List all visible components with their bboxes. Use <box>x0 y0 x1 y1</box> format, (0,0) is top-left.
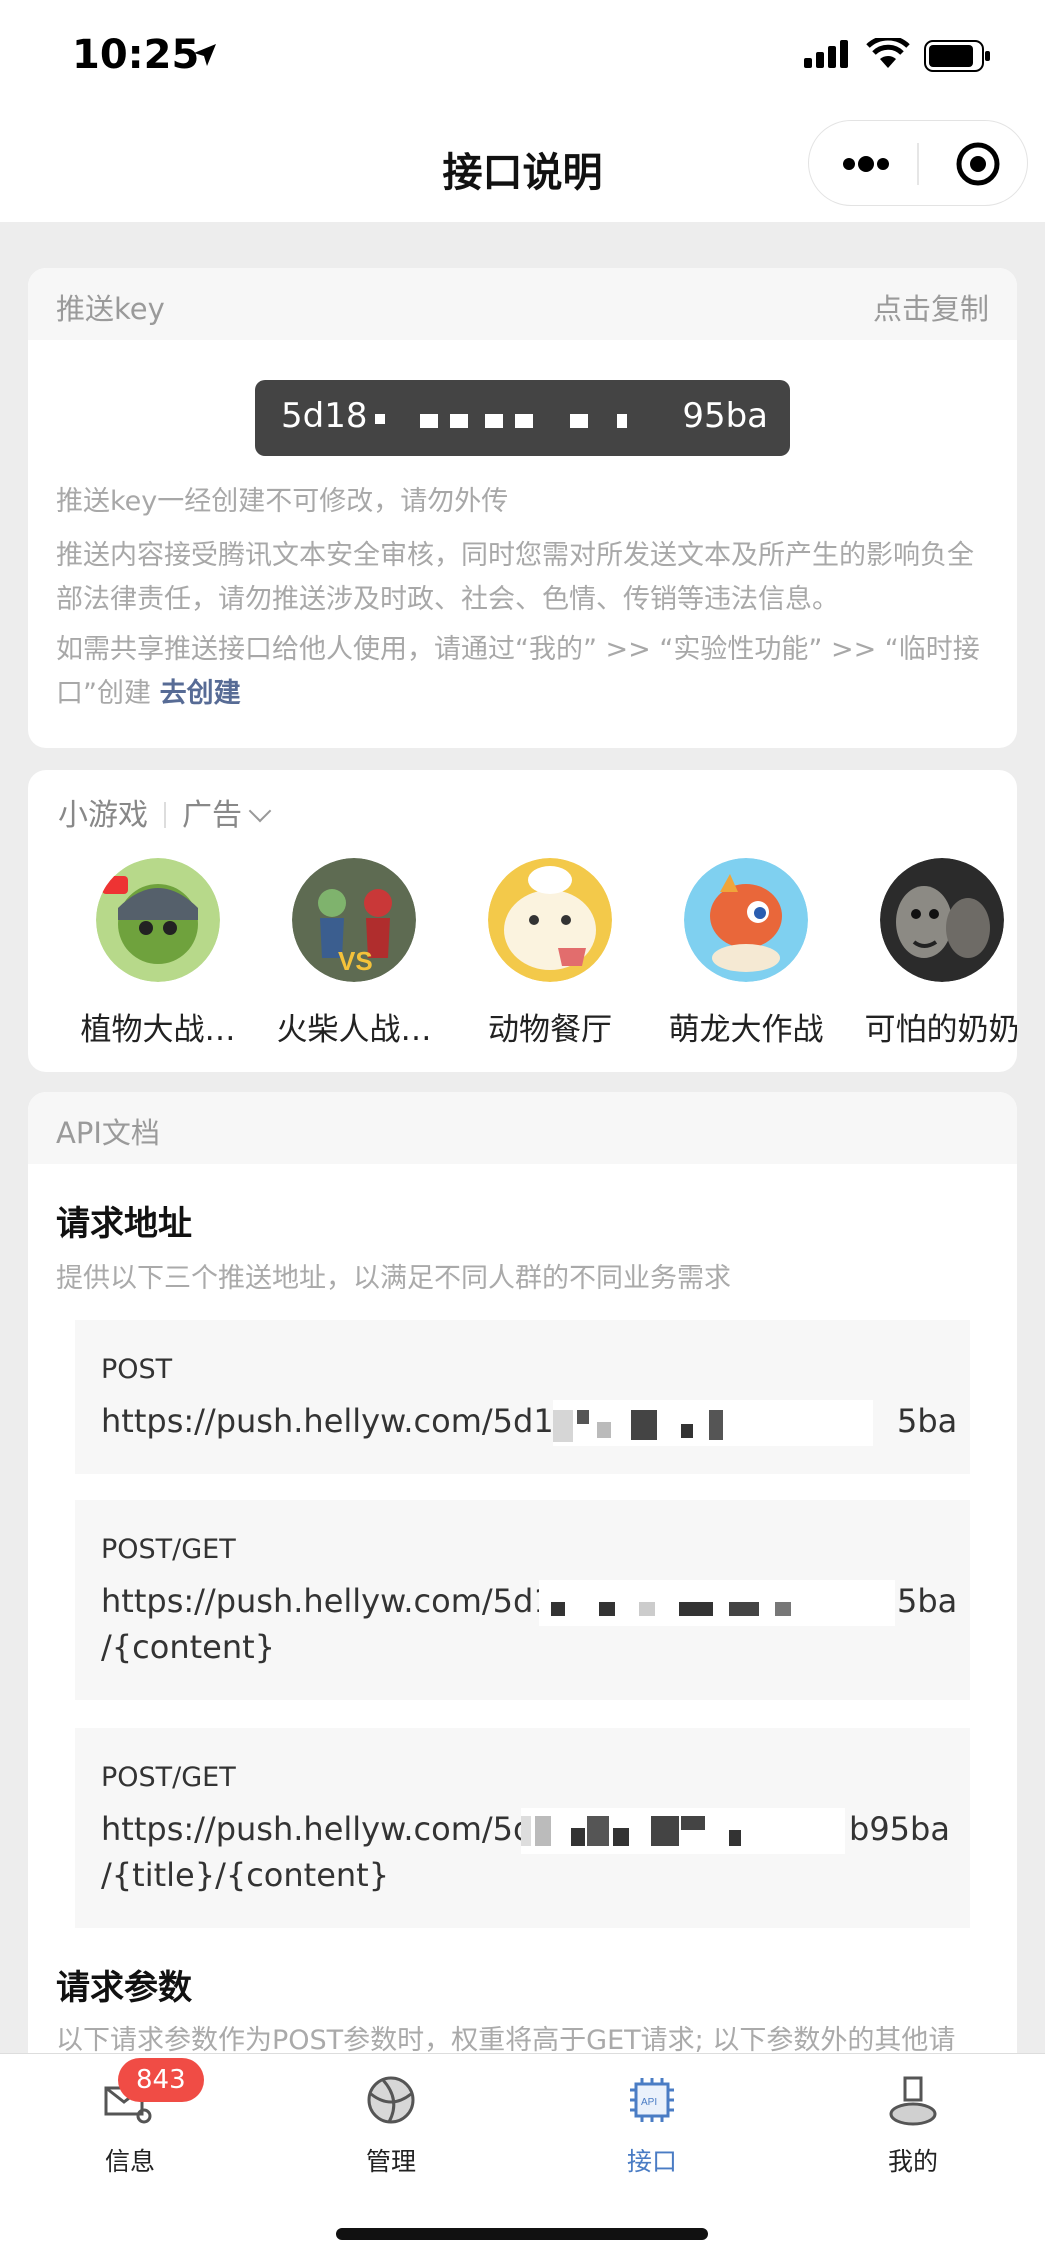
http-method: POST/GET <box>101 1534 236 1565</box>
address-block-title-content[interactable]: POST/GET https://push.hellyw.com/5d1 b95… <box>75 1728 970 1928</box>
tab-mine[interactable]: 我的 <box>833 2070 993 2178</box>
game-name: 火柴人战… <box>276 1012 432 1048</box>
games-row: 植物大战… VS 火柴人战… 动物餐厅 萌龙大作战 可怕的奶奶 <box>28 858 1017 1058</box>
address-url-end: 5ba <box>897 1402 958 1440</box>
address-block-post[interactable]: POST https://push.hellyw.com/5d188 5ba <box>75 1320 970 1474</box>
address-url-line2: /{title}/{content} <box>101 1856 390 1894</box>
more-icon[interactable] <box>841 149 891 179</box>
push-key-label: 推送key <box>56 292 165 326</box>
mini-games-label: 小游戏 <box>58 798 148 833</box>
push-key-header: 推送key 点击复制 <box>28 268 1017 340</box>
svg-text:API: API <box>641 2097 657 2108</box>
miniprogram-capsule <box>808 120 1028 206</box>
push-key-value[interactable]: 5d18 95ba <box>255 380 790 456</box>
svg-text:VS: VS <box>338 946 373 976</box>
chevron-down-icon[interactable] <box>248 799 272 823</box>
key-prefix: 5d18 <box>281 396 368 436</box>
address-url-end: b95ba <box>849 1810 950 1848</box>
tab-api[interactable]: API 接口 <box>572 2070 732 2178</box>
signal-icon <box>804 40 848 68</box>
api-chip-icon: API <box>630 2078 674 2122</box>
game-item[interactable]: 动物餐厅 <box>460 858 640 1049</box>
http-method: POST <box>101 1354 173 1385</box>
user-icon <box>889 2076 937 2126</box>
redaction-mask <box>521 1808 845 1854</box>
animal-restaurant-icon <box>488 858 612 982</box>
plants-game-icon <box>96 858 220 982</box>
redaction-mask <box>539 1580 895 1626</box>
capsule-divider <box>917 143 919 185</box>
ad-label[interactable]: 广告 <box>182 798 242 833</box>
address-url: https://push.hellyw.com/5d188 <box>101 1402 595 1440</box>
header-divider <box>164 802 166 828</box>
game-item[interactable]: VS 火柴人战… <box>264 858 444 1049</box>
home-indicator <box>336 2228 708 2240</box>
http-method: POST/GET <box>101 1762 236 1793</box>
address-url-line2: /{content} <box>101 1628 276 1666</box>
content-review-text: 推送内容接受腾讯文本安全审核，同时您需对所发送文本及所产生的影响负全部法律责任，… <box>56 540 974 615</box>
dragon-game-icon <box>684 858 808 982</box>
game-name: 可怕的奶奶 <box>864 1012 1018 1048</box>
create-link[interactable]: 去创建 <box>160 678 241 709</box>
game-item[interactable]: 萌龙大作战 <box>656 858 836 1049</box>
redaction-mask <box>375 414 627 428</box>
location-arrow-icon <box>194 44 216 66</box>
status-time: 10:25 <box>72 32 200 78</box>
battery-icon <box>924 40 990 72</box>
game-item[interactable]: 植物大战… <box>68 858 248 1049</box>
key-warning-text: 推送key一经创建不可修改，请勿外传 <box>56 486 509 517</box>
address-url: https://push.hellyw.com/5d1 <box>101 1810 554 1848</box>
tab-label: 信息 <box>104 2147 155 2176</box>
mini-games-header: 小游戏 广告 <box>58 790 272 834</box>
request-params-desc: 以下请求参数作为POST参数时，权重将高于GET请求; 以下参数外的其他请 <box>56 2025 956 2056</box>
push-key-card: 推送key 点击复制 5d18 95ba 推送key一经创建不可修改，请勿外传 … <box>28 268 1017 748</box>
address-url: https://push.hellyw.com/5d18 <box>101 1582 575 1620</box>
api-doc-header: API文档 <box>28 1092 1017 1164</box>
unread-badge: 843 <box>118 2058 204 2102</box>
mini-games-card: 小游戏 广告 植物大战… VS 火柴人战… 动物餐厅 萌龙大作战 可怕的奶奶 <box>28 770 1017 1072</box>
close-miniprogram-icon[interactable] <box>955 141 1001 187</box>
key-suffix: 95ba <box>682 396 768 436</box>
request-address-title: 请求地址 <box>56 1204 192 1244</box>
redaction-mask <box>553 1400 873 1446</box>
wifi-icon <box>866 38 910 68</box>
game-item[interactable]: 可怕的奶奶 <box>852 858 1017 1049</box>
copy-key-button[interactable]: 点击复制 <box>873 286 989 328</box>
tab-manage[interactable]: 管理 <box>311 2070 471 2178</box>
address-block-content[interactable]: POST/GET https://push.hellyw.com/5d18 5b… <box>75 1500 970 1700</box>
request-params-title: 请求参数 <box>56 1968 192 2008</box>
game-name: 萌龙大作战 <box>668 1012 824 1048</box>
tab-label: 管理 <box>365 2147 416 2176</box>
game-name: 动物餐厅 <box>488 1012 612 1048</box>
request-address-desc: 提供以下三个推送地址，以满足不同人群的不同业务需求 <box>56 1263 731 1294</box>
tab-label: 我的 <box>887 2147 938 2176</box>
status-bar: 10:25 <box>0 0 1045 112</box>
share-tip-text: 如需共享推送接口给他人使用，请通过“我的” >> “实验性功能” >> “临时接… <box>56 628 996 716</box>
nav-bar: 接口说明 <box>0 112 1045 222</box>
address-url-end: 5ba <box>897 1582 958 1620</box>
api-doc-label: API文档 <box>56 1116 160 1150</box>
game-name: 植物大战… <box>80 1012 236 1048</box>
globe-icon <box>367 2076 415 2124</box>
granny-game-icon <box>880 858 1004 982</box>
tab-label: 接口 <box>626 2147 677 2176</box>
stickman-game-icon: VS <box>292 858 416 982</box>
